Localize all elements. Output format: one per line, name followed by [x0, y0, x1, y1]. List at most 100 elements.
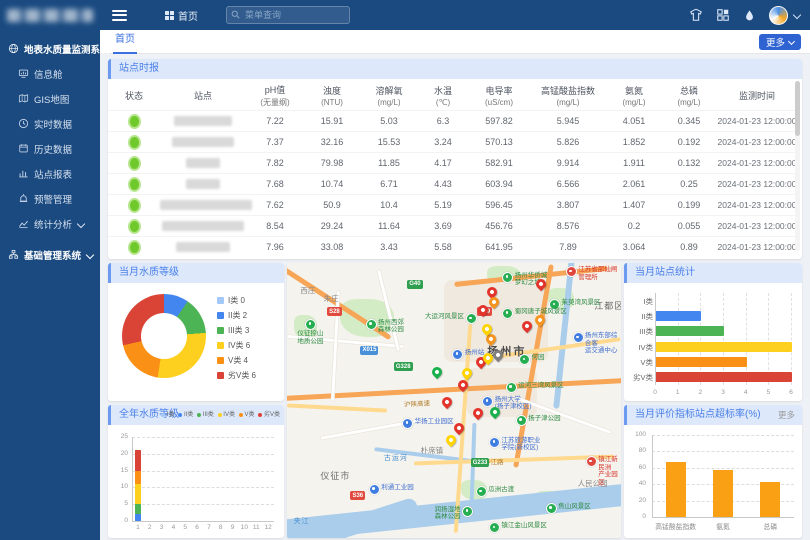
table-row[interactable]: 7.6250.910.45.19596.453.8071.4070.199202…: [108, 195, 798, 216]
map-label: 西庄: [300, 285, 315, 296]
map-panel[interactable]: 扬州市江都区仪征市西庄朱庄朴席镇人民公园古运河夹江沪陕高速春江路G40S28G3…: [287, 263, 621, 538]
water-drop-icon[interactable]: [743, 9, 756, 22]
station-name-redacted: [186, 158, 220, 168]
legend-item[interactable]: II类 2: [217, 308, 256, 323]
station-name-redacted: [172, 137, 234, 147]
table-row[interactable]: 7.9633.083.435.58641.957.893.0640.892024…: [108, 237, 798, 258]
status-dot-online: [128, 177, 141, 192]
map-poi-park-icon[interactable]: [546, 503, 557, 514]
column-header: 水温(℃): [418, 80, 468, 111]
hbar-III类[interactable]: [656, 326, 724, 336]
status-dot-online: [128, 219, 141, 234]
hamburger-menu-button[interactable]: [112, 7, 127, 23]
alarm-icon: [18, 193, 29, 204]
sidebar-group-basic-management[interactable]: 基础管理系统: [0, 242, 100, 267]
map-poi-blue-icon[interactable]: [402, 418, 413, 429]
map-canvas: 扬州市江都区仪征市西庄朱庄朴席镇人民公园古运河夹江沪陕高速春江路G40S28G3…: [287, 263, 621, 538]
vbar-总磷[interactable]: [760, 482, 780, 517]
legend-item[interactable]: 劣V类 6: [217, 368, 256, 383]
sidebar-item-gis-map[interactable]: GIS地图: [0, 86, 100, 111]
sidebar-item-label: 站点报表: [34, 167, 72, 181]
sidebar-item-label: 预警管理: [34, 192, 72, 206]
sidebar-item-alert-management[interactable]: 预警管理: [0, 186, 100, 211]
map-poi-park-icon[interactable]: [462, 506, 473, 517]
sidebar-group-label: 地表水质量监测系统: [24, 42, 110, 56]
hbar-II类[interactable]: [656, 311, 701, 321]
map-poi-blue-icon[interactable]: [369, 484, 380, 495]
map-poi-park-icon[interactable]: [476, 486, 487, 497]
table-row[interactable]: 8.5429.2411.643.69456.768.5760.20.055202…: [108, 216, 798, 237]
user-menu-chevron-icon[interactable]: [794, 10, 800, 21]
hbar-V类[interactable]: [656, 357, 747, 367]
map-poi-park-icon[interactable]: [519, 354, 530, 365]
sidebar-item-realtime-data[interactable]: 实时数据: [0, 111, 100, 136]
sidebar-group-surface-water-system[interactable]: 地表水质量监测系统: [0, 36, 100, 61]
sidebar-item-station-report[interactable]: 站点报表: [0, 161, 100, 186]
tab-home[interactable]: 首页: [113, 30, 137, 54]
table-row[interactable]: 7.6810.746.714.43603.946.5662.0610.25202…: [108, 174, 798, 195]
map-poi-label: 瓜洲古渡: [488, 486, 514, 494]
map-poi-red-icon[interactable]: [566, 266, 577, 277]
vbar-氨氮[interactable]: [713, 470, 733, 517]
menu-search: [226, 6, 350, 24]
road-shield: S28: [327, 307, 342, 316]
sidebar-item-label: 信息舱: [34, 67, 63, 81]
map-poi-blue-icon[interactable]: [573, 332, 584, 343]
trend-icon: [18, 218, 29, 229]
menu-search-input[interactable]: [226, 6, 350, 24]
map-poi-park-icon[interactable]: [506, 382, 517, 393]
map-poi-park-icon[interactable]: [502, 308, 513, 319]
month-grade-donut[interactable]: [122, 294, 206, 378]
legend-item[interactable]: I类 0: [217, 293, 256, 308]
status-dot-online: [128, 135, 141, 150]
sidebar-item-statistics[interactable]: 统计分析: [0, 211, 100, 236]
map-poi-blue-icon[interactable]: [489, 437, 500, 448]
topbar: 首页: [100, 0, 810, 30]
status-dot-online: [128, 156, 141, 171]
map-poi-park-icon[interactable]: [516, 415, 527, 426]
stacked-bar-segment[interactable]: [135, 450, 141, 470]
table-scrollbar[interactable]: [795, 81, 800, 251]
legend-item[interactable]: IV类 6: [217, 338, 256, 353]
stacked-bar-segment[interactable]: [135, 504, 141, 514]
map-poi-park-icon[interactable]: [466, 313, 477, 324]
dashboard-icon: [18, 68, 29, 79]
status-dot-online: [128, 198, 141, 213]
column-header: 高锰酸盐指数(mg/L): [530, 80, 606, 111]
user-avatar[interactable]: [769, 6, 788, 25]
sidebar-item-info-cabin[interactable]: 信息舱: [0, 61, 100, 86]
map-poi-park-icon[interactable]: [489, 522, 500, 533]
map-pin-yellow[interactable]: [444, 433, 458, 447]
station-name-redacted: [176, 242, 230, 252]
stacked-bar-segment[interactable]: [135, 484, 141, 504]
table-row[interactable]: 7.2215.915.036.3597.825.9454.0510.345202…: [108, 111, 798, 132]
stacked-bar-segment[interactable]: [135, 514, 141, 521]
scrollbar-thumb[interactable]: [795, 81, 800, 136]
table-row[interactable]: 7.8279.9811.854.17582.919.9141.9110.1322…: [108, 153, 798, 174]
map-label: 夹江: [294, 516, 310, 526]
stacked-bar-segment[interactable]: [135, 471, 141, 484]
map-poi-park-icon[interactable]: [366, 319, 377, 330]
table-row[interactable]: 7.3732.1615.533.24570.135.8261.8520.1922…: [108, 132, 798, 153]
layout-grid-icon[interactable]: [716, 8, 730, 22]
map-poi-park-icon[interactable]: [305, 319, 316, 330]
map-pin-green[interactable]: [430, 365, 444, 379]
map-poi-label: 江苏旅游职业 学院(新校区): [501, 437, 540, 452]
sidebar-item-history-data[interactable]: 历史数据: [0, 136, 100, 161]
hbar-IV类[interactable]: [656, 342, 792, 352]
more-button[interactable]: 更多: [759, 34, 801, 50]
chevron-down-icon: [788, 38, 795, 45]
vbar-高锰酸盐指数[interactable]: [666, 462, 686, 517]
road-shield: G40: [407, 280, 422, 289]
map-label: 朱庄: [324, 293, 339, 304]
legend-item[interactable]: III类 3: [217, 323, 256, 338]
column-header: pH值(无量纲): [246, 80, 304, 111]
legend-item[interactable]: V类 4: [217, 353, 256, 368]
hbar-劣V类[interactable]: [656, 372, 792, 382]
map-poi-label: 扬州大学 (扬子津校区): [495, 396, 532, 411]
map-pin-red[interactable]: [440, 395, 454, 409]
breadcrumb[interactable]: 首页: [165, 8, 198, 23]
map-poi-red-icon[interactable]: [586, 456, 597, 467]
theme-skin-icon[interactable]: [689, 8, 703, 22]
map-poi-blue-icon[interactable]: [482, 396, 493, 407]
